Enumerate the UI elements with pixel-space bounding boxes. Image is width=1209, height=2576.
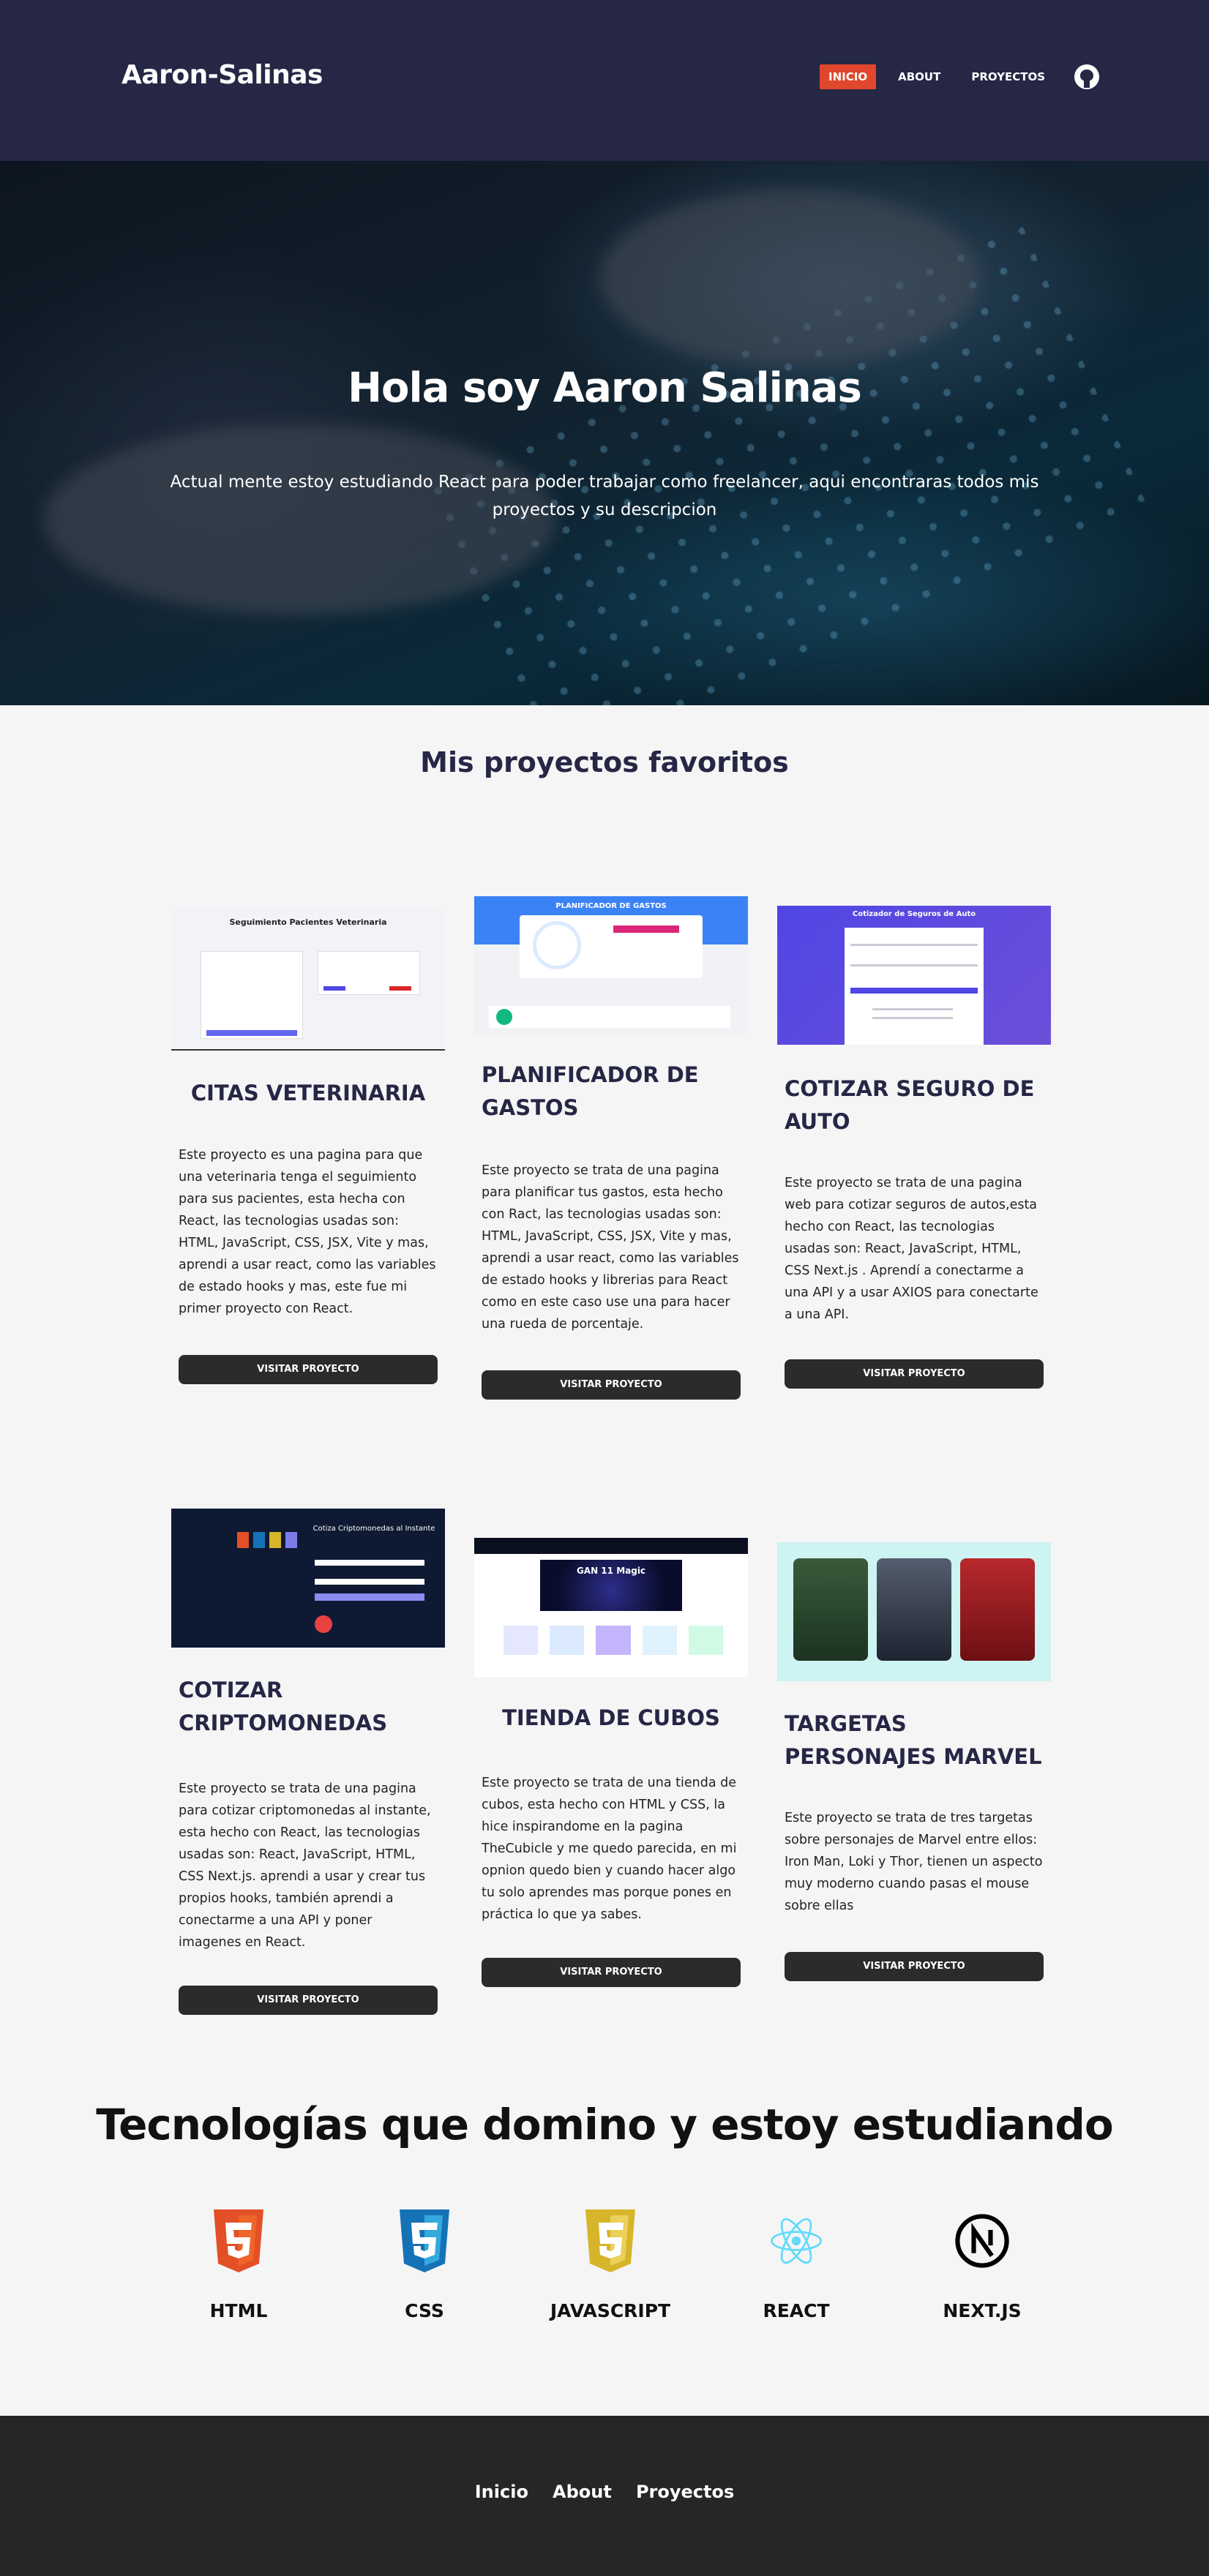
project-thumbnail[interactable] (777, 1542, 1051, 1681)
thumb-select-line (315, 1579, 424, 1585)
footer-nav: Inicio About Proyectos (0, 2482, 1209, 2502)
project-title: TARGETAS PERSONAJES MARVEL (785, 1711, 1042, 1769)
project-thumbnail[interactable]: Seguimiento Pacientes Veterinaria (171, 907, 445, 1051)
hero-hand-shape (600, 190, 981, 366)
thumb-quote-bar (315, 1593, 424, 1601)
hero-section: Hola soy Aaron Salinas Actual mente esto… (0, 161, 1209, 705)
projects-section-title: Mis proyectos favoritos (420, 746, 789, 778)
hero-title: Hola soy Aaron Salinas (348, 364, 862, 412)
thumb-quote-bar (850, 988, 978, 994)
project-thumbnail[interactable]: Cotizador de Seguros de Auto (777, 906, 1051, 1045)
tech-label: NEXT.JS (943, 2300, 1022, 2321)
project-title: COTIZAR CRIPTOMONEDAS (179, 1678, 388, 1735)
thumb-expense-icon (496, 1009, 512, 1025)
project-description: Este proyecto se trata de una pagina web… (785, 1176, 1038, 1322)
javascript-icon (585, 2209, 635, 2272)
thumb-title: Cotiza Criptomonedas al Instante (312, 1525, 435, 1533)
thumb-result-line (872, 1008, 953, 1010)
tech-label: JAVASCRIPT (550, 2300, 671, 2321)
thumb-reset-bar (613, 925, 679, 933)
thumb-result-line (872, 1017, 953, 1019)
site-footer: Inicio About Proyectos (0, 2416, 1209, 2576)
nav-link-about[interactable]: ABOUT (889, 64, 949, 89)
thumb-coin-logo (315, 1615, 332, 1633)
project-thumbnail[interactable]: PLANIFICADOR DE GASTOS (474, 896, 748, 1035)
thumb-nav-bar (474, 1538, 748, 1554)
project-title: PLANIFICADOR DE GASTOS (482, 1062, 699, 1120)
thumb-thor-card (877, 1558, 951, 1661)
tech-item-css: CSS (351, 2209, 498, 2321)
thumb-percentage-wheel (533, 921, 581, 969)
thumb-loki-card (793, 1558, 868, 1661)
html5-icon (214, 2209, 263, 2272)
project-thumbnail[interactable]: GAN 11 Magic (474, 1538, 748, 1677)
visit-project-button[interactable]: VISITAR PROYECTO (179, 1355, 438, 1384)
react-icon (771, 2218, 822, 2264)
visit-project-button[interactable]: VISITAR PROYECTO (179, 1986, 438, 2015)
nextjs-icon (955, 2214, 1009, 2268)
thumb-title: Seguimiento Pacientes Veterinaria (229, 917, 387, 927)
github-icon[interactable] (1074, 64, 1099, 89)
brand-logo[interactable]: Aaron-Salinas (121, 60, 323, 90)
tech-item-react: REACT (723, 2209, 869, 2321)
footer-link-about[interactable]: About (553, 2482, 612, 2502)
thumb-select-line (850, 964, 978, 966)
visit-project-button[interactable]: VISITAR PROYECTO (785, 1952, 1044, 1981)
thumb-ironman-card (960, 1558, 1035, 1661)
thumb-select-line (850, 944, 978, 946)
main-nav: INICIO ABOUT PROYECTOS (820, 64, 1099, 89)
site-header: Aaron-Salinas INICIO ABOUT PROYECTOS (0, 0, 1209, 161)
thumb-title: GAN 11 Magic (576, 1566, 646, 1576)
thumb-edit-bar (323, 986, 345, 991)
css3-icon (400, 2209, 449, 2272)
thumb-title: PLANIFICADOR DE GASTOS (555, 902, 667, 910)
thumb-title: Cotizador de Seguros de Auto (852, 910, 976, 918)
thumb-form (201, 951, 303, 1039)
tech-label: REACT (763, 2300, 830, 2321)
visit-project-button[interactable]: VISITAR PROYECTO (785, 1359, 1044, 1389)
project-description: Este proyecto se trata de una tienda de … (482, 1776, 737, 1922)
visit-project-button[interactable]: VISITAR PROYECTO (482, 1958, 741, 1987)
thumb-coin-badges (237, 1532, 303, 1550)
project-title: TIENDA DE CUBOS (502, 1705, 720, 1730)
thumb-select-line (315, 1560, 424, 1566)
project-description: Este proyecto es una pagina para que una… (179, 1148, 436, 1316)
project-description: Este proyecto se trata de una pagina par… (179, 1781, 431, 1950)
project-description: Este proyecto se trata de una pagina par… (482, 1163, 739, 1332)
tech-item-html: HTML (165, 2209, 312, 2321)
tech-label: HTML (209, 2300, 268, 2321)
tech-item-nextjs: NEXT.JS (909, 2209, 1055, 2321)
project-title: COTIZAR SEGURO DE AUTO (785, 1076, 1035, 1134)
footer-link-proyectos[interactable]: Proyectos (636, 2482, 734, 2502)
nav-link-proyectos[interactable]: PROYECTOS (962, 64, 1054, 89)
tech-item-javascript: JAVASCRIPT (537, 2209, 684, 2321)
thumb-product-row (504, 1626, 724, 1655)
tech-section-title: Tecnologías que domino y estoy estudiand… (96, 2100, 1114, 2149)
hero-subtitle: Actual mente estoy estudiando React para… (170, 473, 1039, 519)
thumb-submit-bar (206, 1030, 297, 1036)
thumb-delete-bar (389, 986, 411, 991)
project-description: Este proyecto se trata de tres targetas … (785, 1811, 1043, 1913)
thumb-expense-row (489, 1006, 730, 1028)
project-title: CITAS VETERINARIA (190, 1081, 426, 1105)
tech-label: CSS (405, 2300, 444, 2321)
nav-link-inicio[interactable]: INICIO (820, 64, 877, 89)
project-thumbnail[interactable]: Cotiza Criptomonedas al Instante (171, 1509, 445, 1648)
footer-link-inicio[interactable]: Inicio (475, 2482, 528, 2502)
visit-project-button[interactable]: VISITAR PROYECTO (482, 1370, 741, 1400)
